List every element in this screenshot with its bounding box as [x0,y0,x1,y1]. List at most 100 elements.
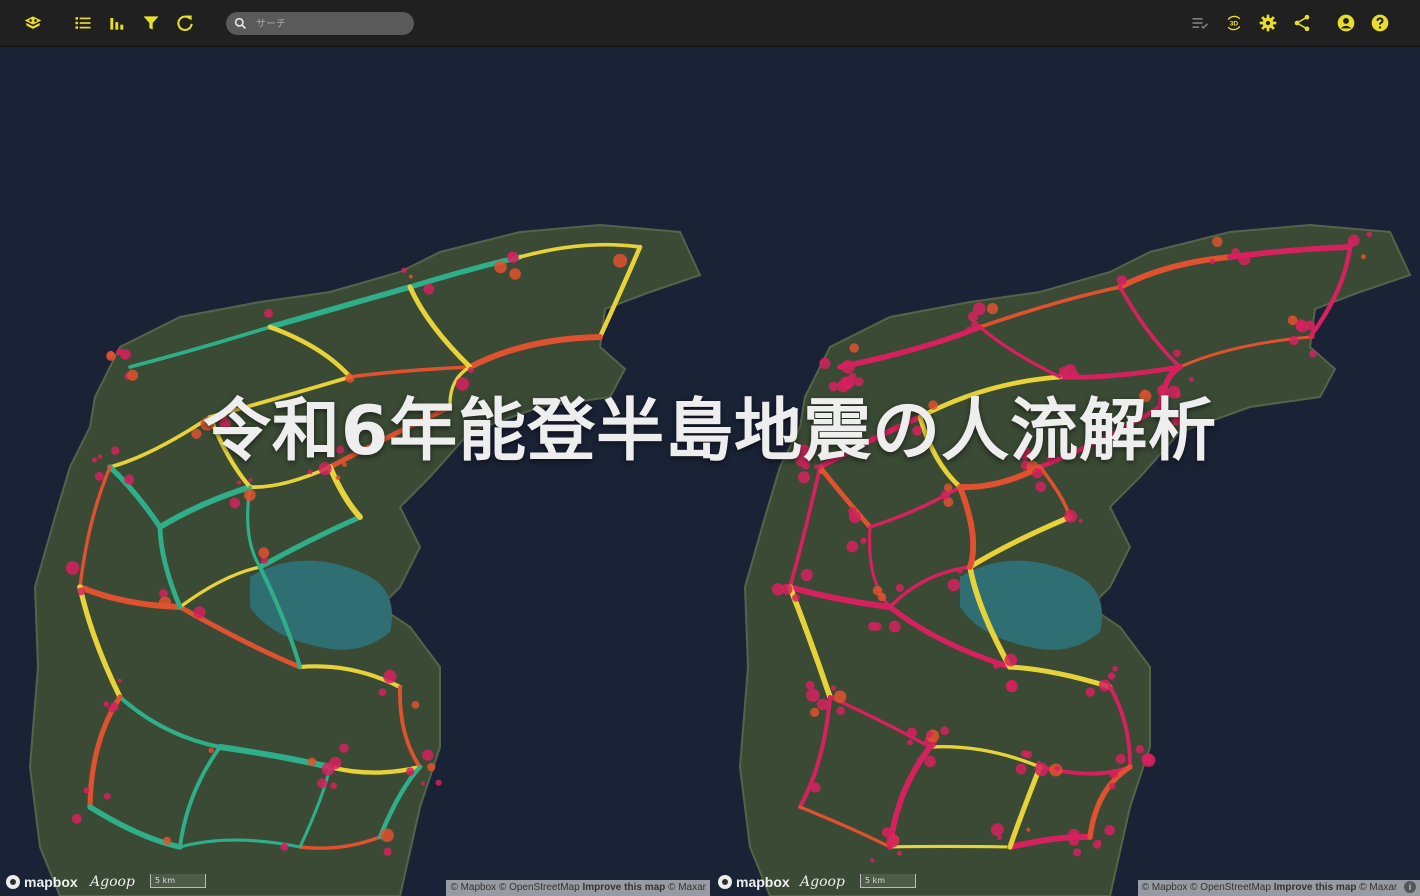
flow-hotspot [1005,680,1018,693]
flow-hotspot [870,858,875,863]
flow-hotspot [408,274,413,279]
attribution-suffix: © Maxar [668,882,706,893]
flow-hotspot [940,490,950,500]
map-area[interactable]: mapbox Agoop 5 km © Mapbox © OpenStreetM… [0,47,1420,896]
search-input[interactable] [254,14,408,35]
flow-hotspot [924,755,936,768]
flow-hotspot [1112,665,1118,672]
flow-hotspot [406,767,415,776]
flow-hotspot [957,568,963,574]
flow-hotspot [94,471,104,481]
refresh-icon[interactable] [173,11,197,35]
flow-hotspot [1142,753,1156,767]
flow-hotspot [613,253,628,268]
agoop-logo: Agoop [90,874,135,890]
flow-hotspot [494,260,507,274]
flow-hotspot [819,357,831,369]
share-icon[interactable] [1290,11,1314,35]
mapbox-logo[interactable]: mapbox [6,874,78,890]
flow-hotspot [455,377,470,391]
bar-chart-icon[interactable] [105,11,129,35]
search-box[interactable] [226,12,414,35]
flow-hotspot [435,779,442,786]
flow-hotspot [208,747,214,754]
flow-hotspot [926,731,933,738]
flow-hotspot [427,762,436,772]
flow-hotspot [124,474,135,485]
flow-hotspot [1366,231,1372,238]
flow-hotspot [810,782,821,793]
flow-hotspot [193,606,206,619]
flow-hotspot [248,478,253,483]
help-icon[interactable] [1368,11,1392,35]
flow-hotspot [873,622,882,631]
flow-road [888,844,1012,849]
mapbox-logo[interactable]: mapbox [718,874,790,890]
flow-hotspot [77,587,85,596]
flow-hotspot [1295,322,1304,331]
logo-icon[interactable] [21,11,45,35]
flow-hotspot [797,471,811,484]
flow-hotspot [1064,509,1078,523]
account-icon[interactable] [1334,11,1358,35]
flow-hotspot [236,480,242,485]
flow-hotspot [264,308,273,318]
flow-hotspot [972,302,986,316]
flow-hotspot [71,813,82,824]
flow-hotspot [330,782,337,789]
flow-hotspot [83,787,90,794]
list-icon[interactable] [71,11,95,35]
improve-map-link[interactable]: Improve this map [1274,882,1357,893]
flow-hotspot [800,568,813,582]
filter-icon[interactable] [139,11,163,35]
flow-hotspot [986,303,999,315]
flow-hotspot [1085,687,1095,697]
info-icon[interactable]: i [1404,881,1416,893]
flow-hotspot [888,620,901,633]
flow-hotspot [842,376,855,389]
flow-hotspot [897,850,903,856]
layer-list-icon[interactable] [1188,11,1212,35]
flow-hotspot [966,326,972,332]
flow-hotspot [1098,679,1111,692]
flow-hotspot [383,669,397,684]
flow-hotspot [329,756,342,770]
flow-hotspot [881,827,892,838]
flow-hotspot [830,685,837,691]
flow-hotspot [1068,835,1080,846]
improve-map-link[interactable]: Improve this map [582,882,665,893]
flow-hotspot [380,828,394,843]
gear-icon[interactable] [1256,11,1280,35]
flow-hotspot [1035,481,1046,493]
flow-hotspot [401,267,407,273]
flow-hotspot [345,373,355,383]
flow-hotspot [944,483,953,492]
agoop-logo: Agoop [800,874,845,890]
flow-hotspot [158,596,172,609]
3d-rotate-icon[interactable]: 3D [1222,11,1246,35]
flow-hotspot [970,321,980,330]
flow-hotspot [317,778,328,789]
flow-hotspot [244,489,256,501]
flow-hotspot [1347,239,1353,245]
flow-hotspot [947,578,961,592]
map-attribution: © Mapbox © OpenStreetMap Improve this ma… [446,880,710,896]
flow-hotspot [420,781,425,786]
flow-hotspot [108,705,116,713]
flow-hotspot [846,540,859,553]
flow-hotspot [836,706,845,715]
flow-hotspot [849,343,859,353]
flow-hotspot [411,701,420,709]
flow-hotspot [65,561,80,575]
flow-hotspot [1104,825,1115,836]
map-attribution: © Mapbox © OpenStreetMap Improve this ma… [1137,880,1420,896]
flow-hotspot [917,757,922,762]
flow-hotspot [1034,762,1049,777]
flow-hotspot [1108,672,1116,680]
flow-hotspot [1109,782,1116,790]
flow-hotspot [1073,848,1082,857]
flow-hotspot [810,707,820,718]
flow-hotspot [833,690,847,703]
flow-hotspot [816,698,829,711]
flow-hotspot [1361,254,1366,260]
